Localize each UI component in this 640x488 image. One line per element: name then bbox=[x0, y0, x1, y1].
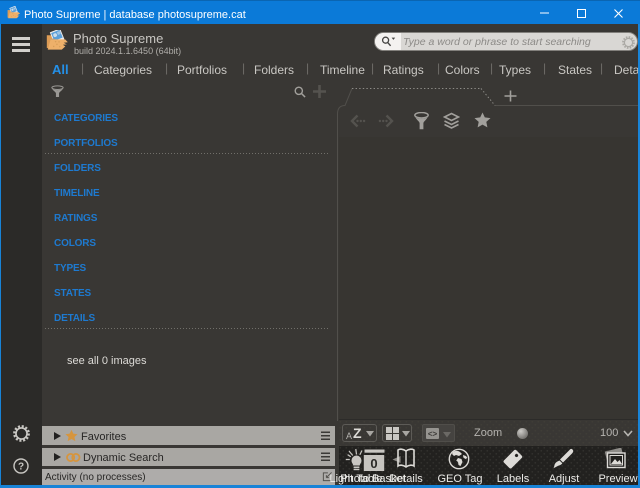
svg-text:0: 0 bbox=[370, 456, 377, 471]
svg-text:<>: <> bbox=[428, 430, 438, 439]
svg-text:?: ? bbox=[18, 462, 24, 473]
